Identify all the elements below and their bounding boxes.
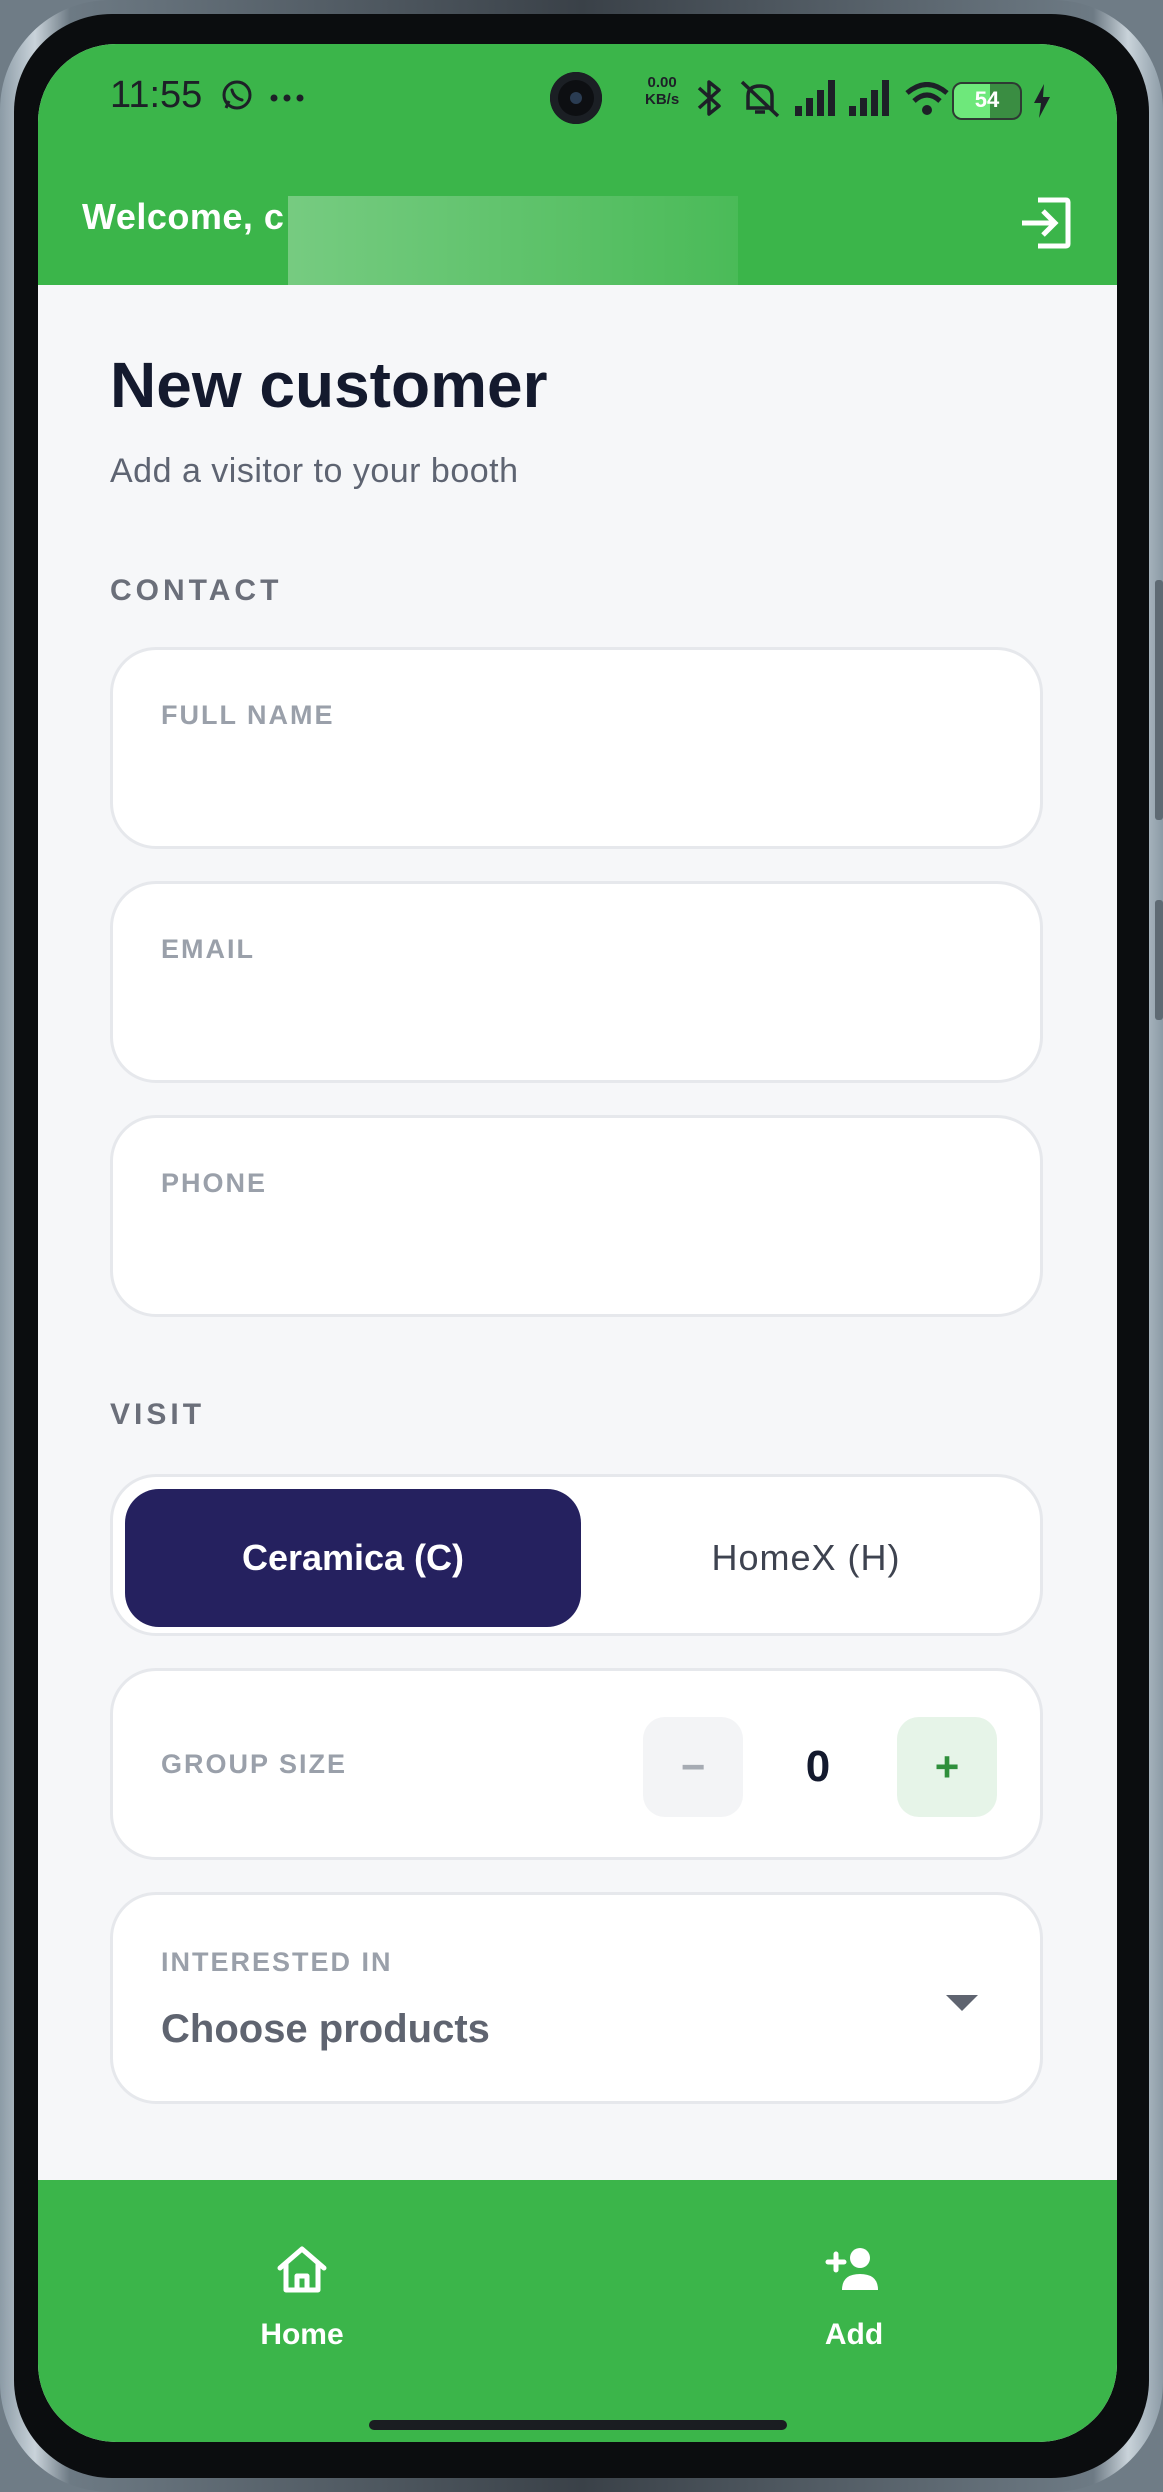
page-title: New customer	[110, 349, 548, 421]
front-camera	[550, 72, 602, 124]
full-name-field[interactable]: FULL NAME	[110, 647, 1043, 849]
bluetooth-icon	[697, 80, 721, 116]
power-button	[1155, 900, 1163, 1020]
net-speed: 0.00 KB/s	[645, 74, 680, 108]
mute-icon	[740, 80, 780, 118]
interested-in-value: Choose products	[161, 2007, 490, 2051]
venue-segmented-control: Ceramica (C) HomeX (H)	[110, 1474, 1043, 1636]
nav-label-add: Add	[824, 2318, 884, 2351]
page-subtitle: Add a visitor to your booth	[110, 452, 519, 490]
email-field[interactable]: EMAIL	[110, 881, 1043, 1083]
interested-in-select[interactable]: INTERESTED IN Choose products	[110, 1892, 1043, 2104]
visit-section-label: VISIT	[110, 1398, 206, 1431]
screen: 11:55 0.00 KB/s 54 Welcome, c New custom…	[38, 44, 1117, 2442]
segment-ceramica[interactable]: Ceramica (C)	[125, 1489, 581, 1627]
increment-button[interactable]: +	[897, 1717, 997, 1817]
volume-button	[1155, 580, 1163, 820]
full-name-input[interactable]	[161, 740, 985, 792]
nav-label-home: Home	[260, 2318, 344, 2351]
add-person-icon	[825, 2248, 878, 2290]
wifi-icon	[905, 82, 949, 115]
more-icon	[270, 94, 304, 102]
bottom-navigation: Home Add	[38, 2180, 1117, 2442]
nav-item-home[interactable]: Home	[152, 2180, 452, 2380]
email-input[interactable]	[161, 974, 985, 1026]
home-indicator	[369, 2420, 787, 2430]
home-icon	[277, 2246, 327, 2293]
contact-section-label: CONTACT	[110, 574, 283, 607]
welcome-text: Welcome, c	[82, 196, 285, 237]
interested-in-label: INTERESTED IN	[161, 1947, 393, 1977]
group-size-label: GROUP SIZE	[161, 1749, 348, 1779]
battery-icon: 54	[952, 82, 1022, 120]
logout-icon[interactable]	[1016, 194, 1074, 252]
segment-homex[interactable]: HomeX (H)	[581, 1489, 1031, 1627]
redacted-username	[288, 196, 738, 285]
app-header: 11:55 0.00 KB/s 54 Welcome, c	[38, 44, 1117, 285]
charging-icon	[1034, 84, 1050, 118]
email-label: EMAIL	[161, 934, 255, 964]
group-size-field: GROUP SIZE − 0 +	[110, 1668, 1043, 1860]
signal-icon	[849, 80, 889, 116]
decrement-button[interactable]: −	[643, 1717, 743, 1817]
phone-frame: 11:55 0.00 KB/s 54 Welcome, c New custom…	[0, 0, 1163, 2492]
signal-icon	[795, 80, 835, 116]
group-size-value: 0	[805, 1742, 831, 1791]
battery-level: 54	[974, 87, 1000, 112]
phone-field[interactable]: PHONE	[110, 1115, 1043, 1317]
whatsapp-icon	[222, 80, 252, 110]
phone-input[interactable]	[161, 1208, 985, 1260]
phone-label: PHONE	[161, 1168, 268, 1198]
chevron-down-icon	[946, 1995, 978, 2011]
status-time: 11:55	[110, 74, 203, 116]
full-name-label: FULL NAME	[161, 700, 335, 730]
nav-item-add[interactable]: Add	[704, 2180, 1004, 2380]
